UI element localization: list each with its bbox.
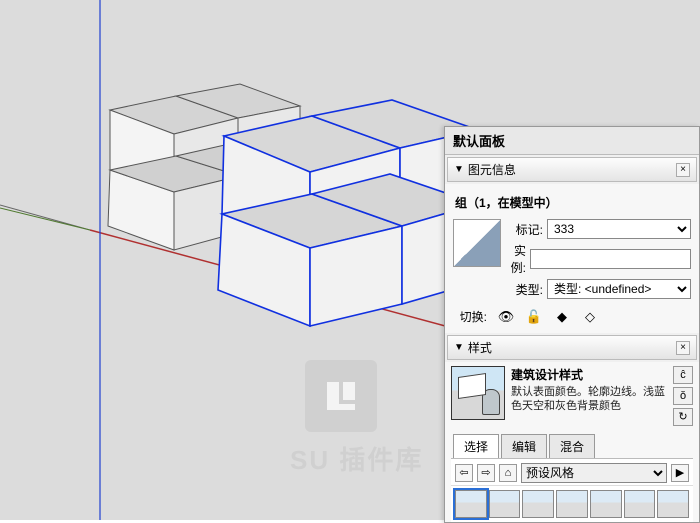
style-thumbnails-row (451, 485, 693, 522)
preset-style-select[interactable]: 预设风格 (521, 463, 667, 483)
styles-tabs: 选择 编辑 混合 (453, 434, 693, 458)
close-icon[interactable]: × (676, 163, 690, 177)
group-selected[interactable] (218, 100, 478, 326)
section-entity-title: 图元信息 (468, 161, 516, 178)
tag-label: 标记: (509, 221, 543, 238)
tab-edit[interactable]: 编辑 (501, 434, 547, 458)
watermark-logo (305, 360, 377, 432)
style-new-button[interactable]: ŏ (673, 387, 693, 405)
style-preset-thumb[interactable] (657, 490, 689, 518)
style-preset-thumb[interactable] (556, 490, 588, 518)
material-swatch[interactable] (453, 219, 501, 267)
section-styles-title: 样式 (468, 339, 492, 356)
type-label: 类型: (509, 281, 543, 298)
styles-body: 建筑设计样式 默认表面颜色。轮廓边线。浅蓝色天空和灰色背景颜色 ĉ ŏ ↻ 选择… (445, 362, 699, 522)
style-preset-thumb[interactable] (624, 490, 656, 518)
tab-mix[interactable]: 混合 (549, 434, 595, 458)
style-preset-thumb[interactable] (590, 490, 622, 518)
nav-back-button[interactable]: ⇦ (455, 464, 473, 482)
style-refresh-button[interactable]: ↻ (673, 408, 693, 426)
entity-header-text: 组（1，在模型中） (455, 194, 691, 211)
style-name: 建筑设计样式 (511, 366, 667, 383)
tab-select[interactable]: 选择 (453, 434, 499, 458)
style-description: 默认表面颜色。轮廓边线。浅蓝色天空和灰色背景颜色 (511, 385, 667, 413)
style-thumbnail[interactable] (451, 366, 505, 420)
section-entity-info-header[interactable]: ▼ 图元信息 × (447, 157, 697, 182)
style-preset-thumb[interactable] (522, 490, 554, 518)
style-preset-thumb[interactable] (455, 490, 487, 518)
instance-input[interactable] (530, 249, 691, 269)
instance-label: 实例: (509, 242, 526, 276)
home-icon[interactable]: ⌂ (499, 464, 517, 482)
details-toggle-icon[interactable]: ▶ (671, 464, 689, 482)
caret-down-icon: ▼ (454, 164, 464, 175)
panel-title[interactable]: 默认面板 (445, 127, 699, 155)
type-select[interactable]: 类型: <undefined> (547, 279, 691, 299)
entity-info-body: 组（1，在模型中） 标记: 333 实例: 类型: 类型: <undefined… (445, 184, 699, 333)
style-preset-thumb[interactable] (489, 490, 521, 518)
shadow-receive-icon[interactable]: ◇ (581, 309, 599, 325)
close-icon[interactable]: × (676, 341, 690, 355)
default-tray-panel: 默认面板 ▼ 图元信息 × 组（1，在模型中） 标记: 333 实例: 类型: … (444, 126, 700, 523)
caret-down-icon: ▼ (454, 342, 464, 353)
lock-toggle-icon[interactable]: 🔓 (525, 309, 543, 325)
style-update-button[interactable]: ĉ (673, 366, 693, 384)
watermark-url: WWW.SUCJ.ME (290, 472, 457, 493)
nav-fwd-button[interactable]: ⇨ (477, 464, 495, 482)
toggle-label: 切换: (453, 308, 487, 325)
shadow-cast-icon[interactable]: ◆ (553, 309, 571, 325)
visible-toggle-icon[interactable]: 👁 (497, 309, 515, 325)
tag-select[interactable]: 333 (547, 219, 691, 239)
section-styles-header[interactable]: ▼ 样式 × (447, 335, 697, 360)
